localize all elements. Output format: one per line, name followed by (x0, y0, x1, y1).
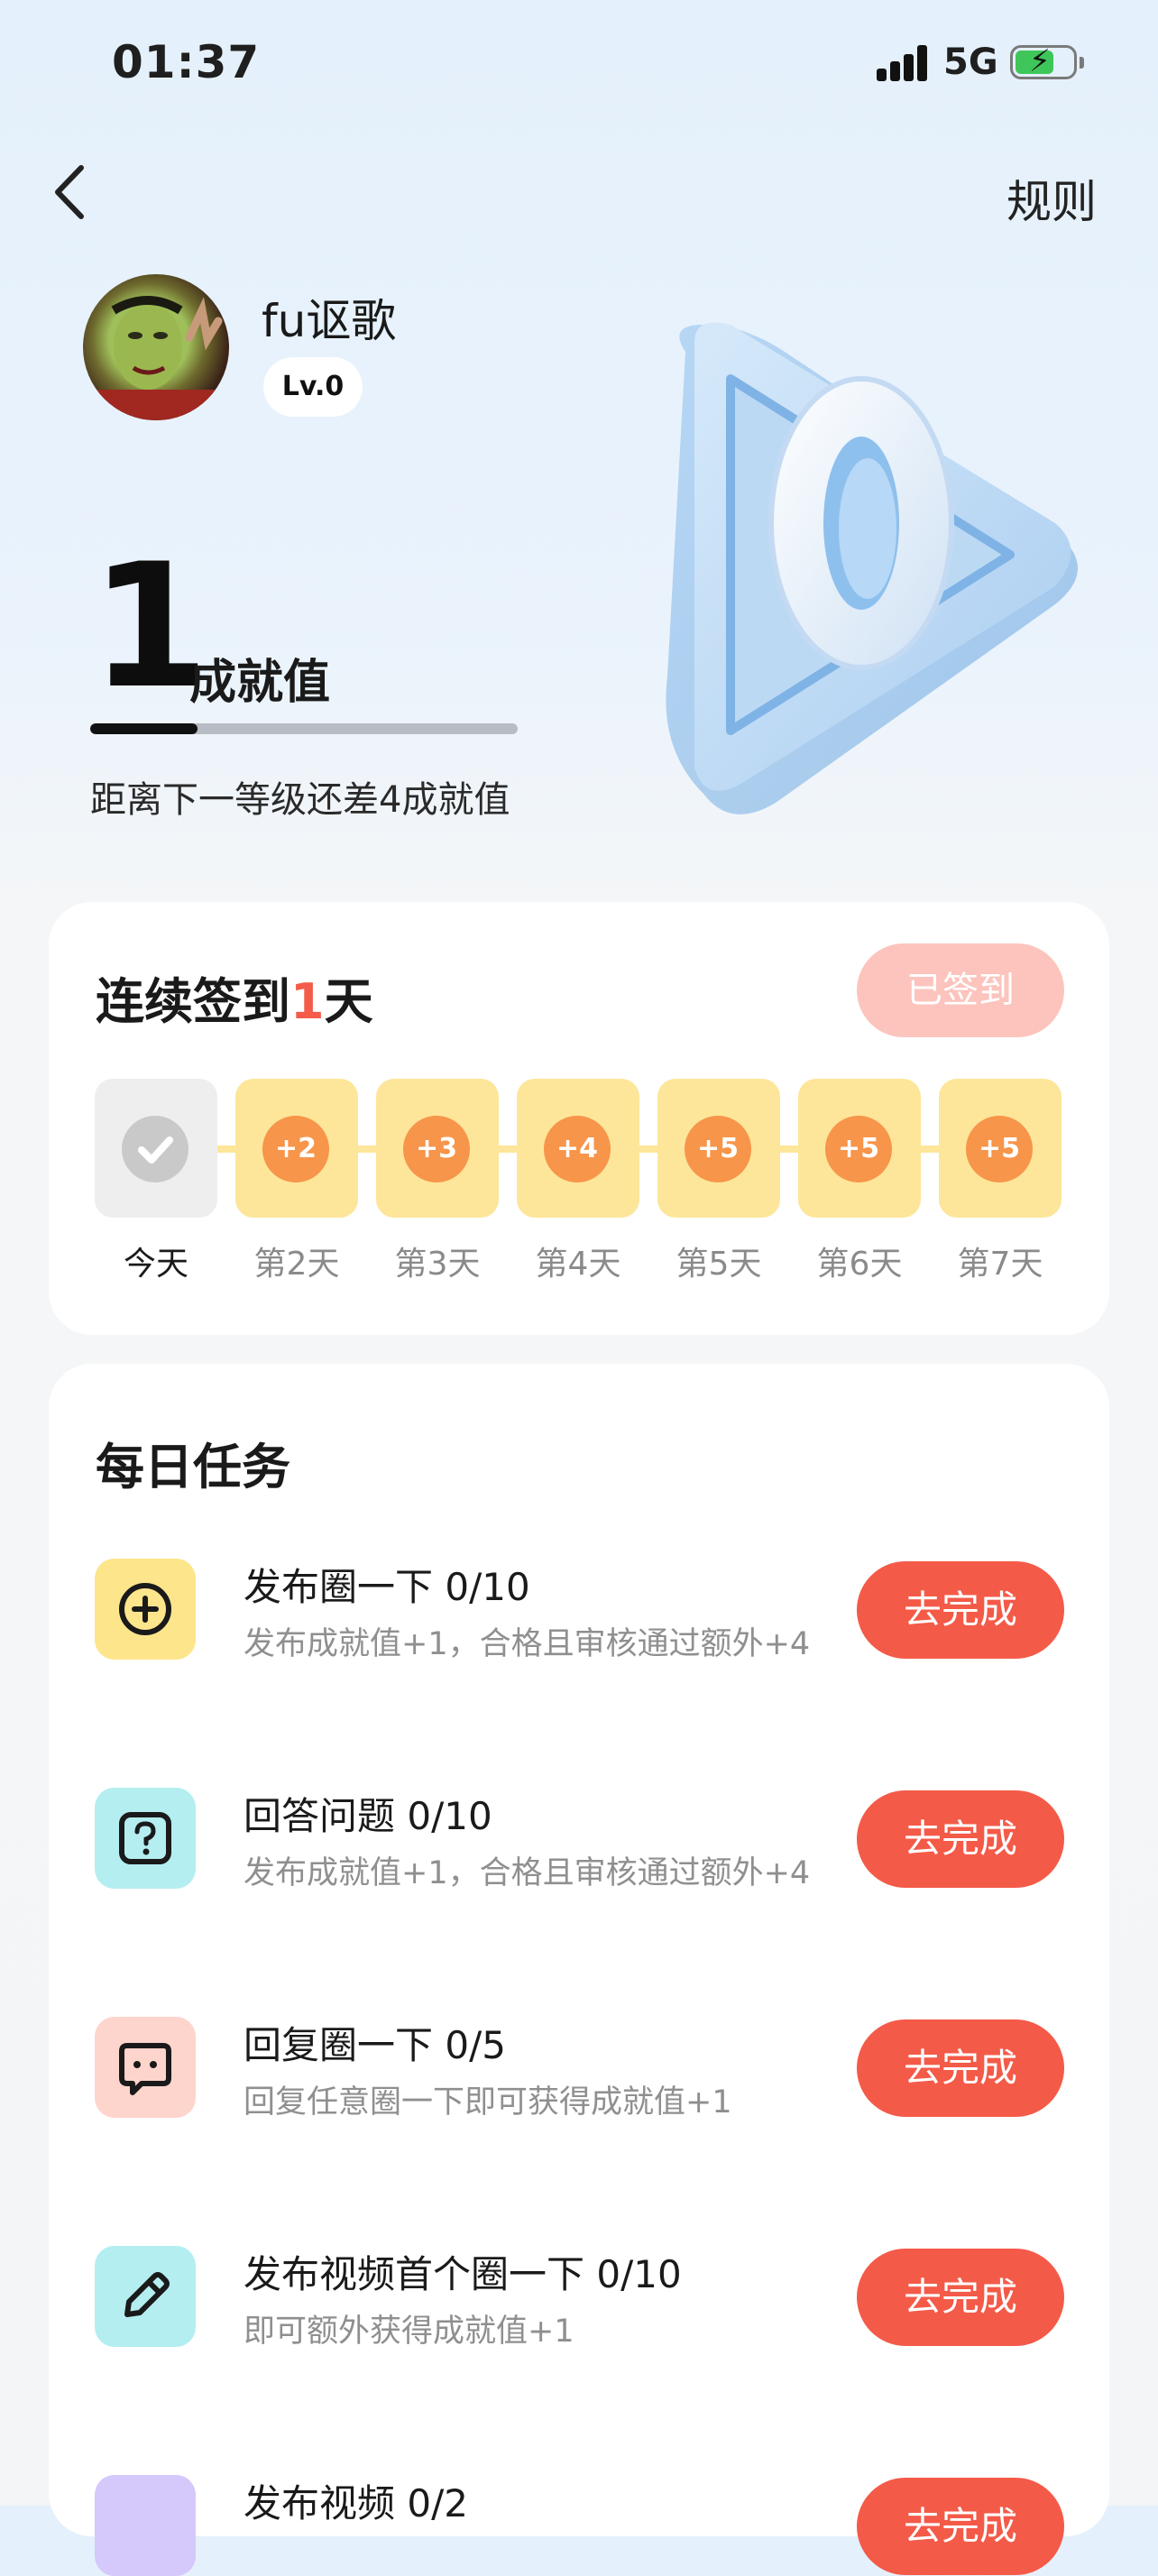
progress-hint: 距离下一等级还差4成就值 (90, 779, 510, 821)
checkin-day-label: 第3天 (394, 1246, 481, 1283)
checkin-day-1[interactable] (95, 1079, 217, 1218)
reward-coin-icon: +2 (262, 1116, 329, 1182)
back-icon[interactable] (45, 161, 99, 224)
score-unit-label: 成就值 (189, 656, 331, 710)
checkin-title: 连续签到1天 (96, 961, 373, 1033)
battery-icon: ⚡ (1010, 45, 1084, 79)
checkin-day-6[interactable]: +5 (798, 1079, 921, 1218)
video-icon (95, 2475, 196, 2576)
task-name: 发布视频 0/2 (244, 2481, 468, 2525)
task-name: 回复圈一下 0/5 (244, 2023, 506, 2067)
checkin-day-label: 今天 (123, 1246, 188, 1283)
checkin-day-label: 第2天 (253, 1246, 340, 1283)
pencil-icon (95, 2246, 196, 2347)
task-desc: 发布成就值+1，合格且审核通过额外+4 (244, 1855, 811, 1891)
check-icon (122, 1116, 188, 1182)
task-go-button[interactable]: 去完成 (857, 2249, 1064, 2346)
checkin-day-label: 第4天 (535, 1246, 621, 1283)
status-time: 01:37 (112, 36, 261, 88)
signed-in-button[interactable]: 已签到 (857, 943, 1064, 1037)
task-go-button[interactable]: 去完成 (857, 1561, 1064, 1659)
checkin-day-label: 第5天 (676, 1246, 762, 1283)
checkin-day-4[interactable]: +4 (517, 1079, 639, 1218)
question-icon (95, 1788, 196, 1889)
task-desc: 发布成就值+1，合格且审核通过额外+4 (244, 1626, 811, 1662)
checkin-day-5[interactable]: +5 (657, 1079, 780, 1218)
checkin-day-2[interactable]: +2 (235, 1079, 358, 1218)
task-name: 发布视频首个圈一下 0/10 (244, 2252, 682, 2296)
daily-tasks-card (49, 1364, 1109, 2536)
checkin-days-count: 1 (290, 973, 325, 1030)
reward-coin-icon: +5 (685, 1116, 751, 1182)
username: fu讴歌 (262, 295, 397, 347)
reward-coin-icon: +4 (544, 1116, 611, 1182)
reward-coin-icon: +3 (403, 1116, 470, 1182)
checkin-day-3[interactable]: +3 (376, 1079, 499, 1218)
level-badge-icon (631, 298, 1118, 839)
avatar[interactable] (83, 274, 229, 420)
checkin-title-suffix: 天 (324, 973, 373, 1030)
task-name: 回答问题 0/10 (244, 1794, 492, 1838)
checkin-day-label: 第7天 (957, 1246, 1043, 1283)
reward-coin-icon: +5 (966, 1116, 1033, 1182)
level-badge: Lv.0 (263, 357, 363, 417)
chat-bubble-icon (95, 2017, 196, 2118)
level-progress-fill (90, 723, 198, 734)
task-go-button[interactable]: 去完成 (857, 1790, 1064, 1888)
network-label: 5G (943, 41, 998, 83)
signal-icon (877, 45, 931, 81)
reward-coin-icon: +5 (825, 1116, 892, 1182)
task-name: 发布圈一下 0/10 (244, 1565, 530, 1609)
checkin-day-7[interactable]: +5 (939, 1079, 1062, 1218)
task-desc: 回复任意圈一下即可获得成就值+1 (244, 2084, 732, 2121)
level-progress-bar (90, 723, 518, 734)
task-go-button[interactable]: 去完成 (857, 2019, 1064, 2117)
rules-link[interactable]: 规则 (1006, 166, 1097, 231)
plus-circle-icon (95, 1559, 196, 1660)
daily-tasks-title: 每日任务 (96, 1439, 290, 1495)
checkin-day-label: 第6天 (816, 1246, 903, 1283)
task-go-button[interactable]: 去完成 (857, 2478, 1064, 2575)
checkin-title-prefix: 连续签到 (96, 973, 290, 1030)
task-desc: 即可额外获得成就值+1 (244, 2314, 574, 2350)
